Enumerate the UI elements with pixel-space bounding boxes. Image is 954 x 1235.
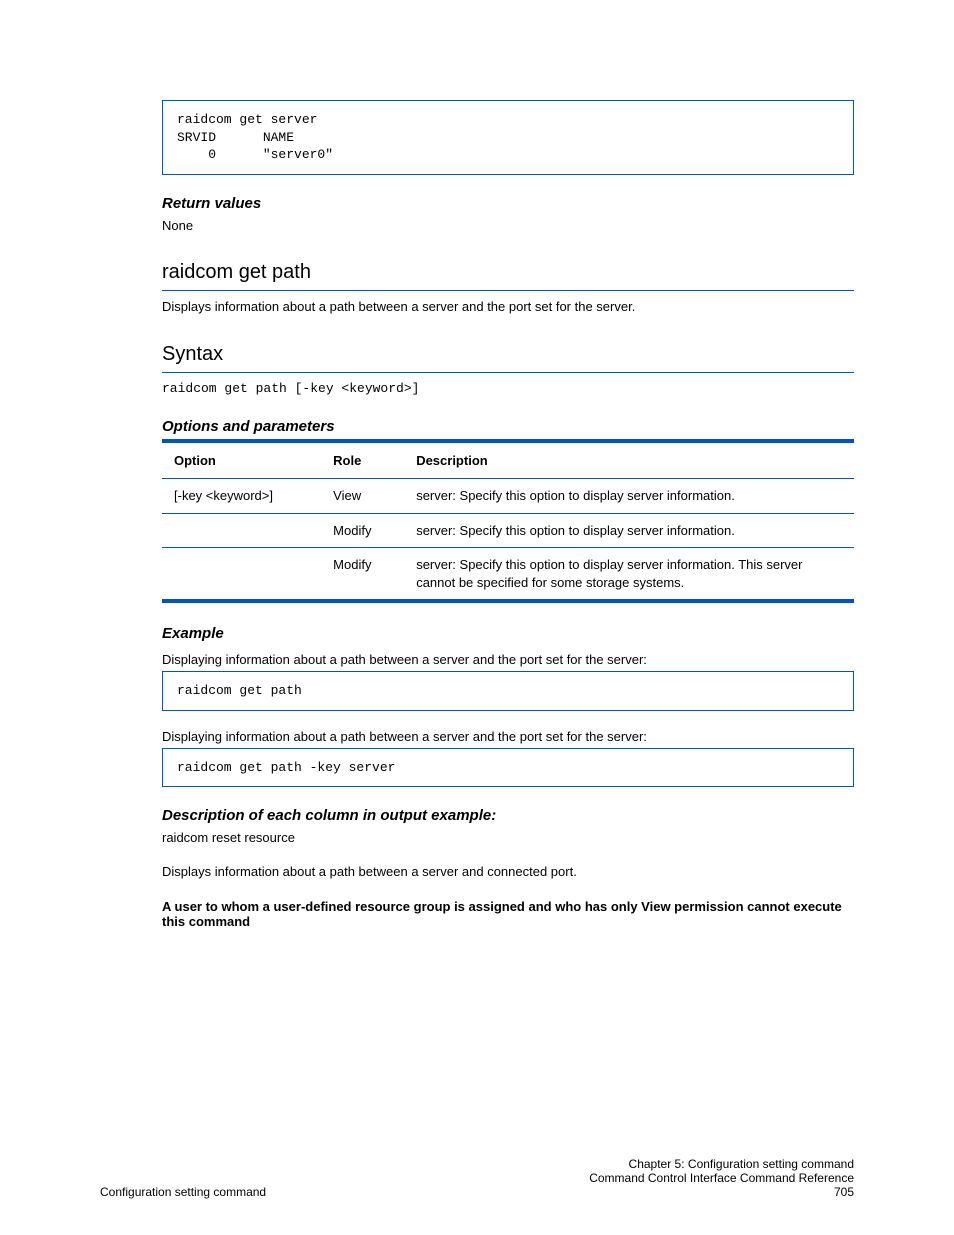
example-code-box-2: raidcom get path -key server <box>162 748 854 788</box>
return-values-body: None <box>162 216 854 236</box>
syntax-code: raidcom get path [-key <keyword>] <box>162 379 854 399</box>
cell-option <box>162 513 321 548</box>
reset-body: Displays information about a path betwee… <box>162 862 854 882</box>
output-desc-heading: Description of each column in output exa… <box>162 807 854 824</box>
cell-role: View <box>321 479 404 514</box>
cell-desc: server: Specify this option to display s… <box>404 548 854 602</box>
return-values-heading: Return values <box>162 195 854 212</box>
options-table: Option Role Description [-key <keyword>]… <box>162 439 854 603</box>
table-header-row: Option Role Description <box>162 441 854 479</box>
table-row: Modify server: Specify this option to di… <box>162 548 854 602</box>
page-footer: Configuration setting command Chapter 5:… <box>0 1157 954 1199</box>
code-line: raidcom get server <box>177 111 839 129</box>
code-line: SRVID NAME <box>177 129 839 147</box>
syntax-heading: Syntax <box>162 343 854 373</box>
permission-note: A user to whom a user-defined resource g… <box>162 899 854 929</box>
code-line: 0 "server0" <box>177 146 839 164</box>
cell-desc: server: Specify this option to display s… <box>404 513 854 548</box>
col-description: Description <box>404 441 854 479</box>
options-heading: Options and parameters <box>162 418 854 435</box>
code-line: raidcom get path -key server <box>177 759 839 777</box>
cell-option <box>162 548 321 602</box>
table-row: Modify server: Specify this option to di… <box>162 513 854 548</box>
table-row: [-key <keyword>] View server: Specify th… <box>162 479 854 514</box>
footer-right-1: Chapter 5: Configuration setting command <box>589 1157 854 1171</box>
raidcom-get-path-body: Displays information about a path betwee… <box>162 297 854 317</box>
code-line: raidcom get path <box>177 682 839 700</box>
footer-page: 705 <box>589 1185 854 1199</box>
footer-right-2: Command Control Interface Command Refere… <box>589 1171 854 1185</box>
cell-option: [-key <keyword>] <box>162 479 321 514</box>
example-heading: Example <box>162 625 854 642</box>
footer-left: Configuration setting command <box>100 1185 266 1199</box>
cell-desc: server: Specify this option to display s… <box>404 479 854 514</box>
col-option: Option <box>162 441 321 479</box>
example-output-box: raidcom get server SRVID NAME 0 "server0… <box>162 100 854 175</box>
col-role: Role <box>321 441 404 479</box>
cell-role: Modify <box>321 548 404 602</box>
example-sub-2: Displaying information about a path betw… <box>162 729 854 744</box>
raidcom-get-path-heading: raidcom get path <box>162 261 854 291</box>
example-sub-1: Displaying information about a path betw… <box>162 652 854 667</box>
cell-role: Modify <box>321 513 404 548</box>
example-code-box-1: raidcom get path <box>162 671 854 711</box>
output-desc-body: raidcom reset resource <box>162 828 854 848</box>
